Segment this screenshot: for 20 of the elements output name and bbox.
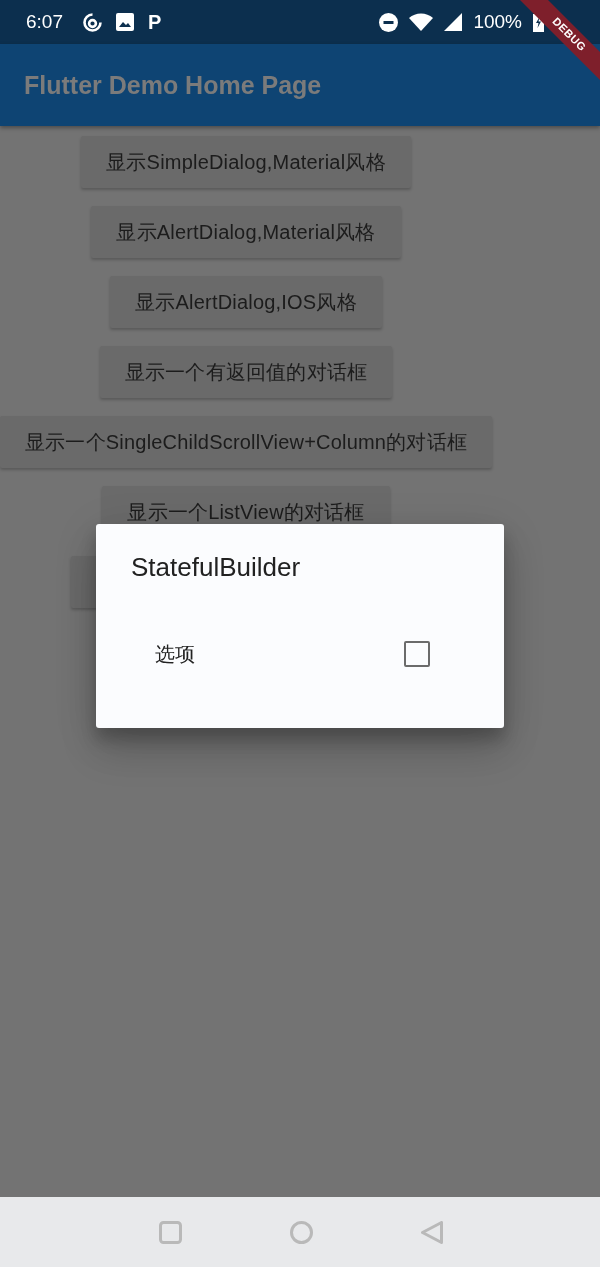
triangle-icon[interactable] <box>421 1220 443 1244</box>
spiral-icon <box>83 12 102 32</box>
dialog-demo-button[interactable]: 显示SimpleDialog,Material风格 <box>81 136 411 188</box>
minus-circle-icon <box>379 12 399 32</box>
wifi-icon <box>409 13 434 31</box>
dialog-demo-button[interactable]: 显示一个有返回值的对话框 <box>99 346 393 398</box>
battery-percent: 100% <box>473 11 522 33</box>
status-time: 6:07 <box>26 11 63 33</box>
notification-glyph: P <box>148 11 162 33</box>
square-icon[interactable] <box>159 1220 182 1244</box>
dialog-demo-button[interactable]: 显示AlertDialog,Material风格 <box>91 206 401 258</box>
dialog-demo-button[interactable]: 显示AlertDialog,IOS风格 <box>110 276 382 328</box>
app-bar-title: Flutter Demo Home Page <box>24 70 322 100</box>
image-icon <box>116 13 134 31</box>
dialog-title: StatefulBuilder <box>130 551 302 583</box>
circle-icon[interactable] <box>290 1220 313 1244</box>
signal-icon <box>444 13 463 31</box>
checkbox[interactable] <box>404 641 430 667</box>
dialog-demo-button[interactable]: 显示一个SingleChildScrollView+Column的对话框 <box>0 416 492 468</box>
option-label: 选项 <box>155 641 195 667</box>
